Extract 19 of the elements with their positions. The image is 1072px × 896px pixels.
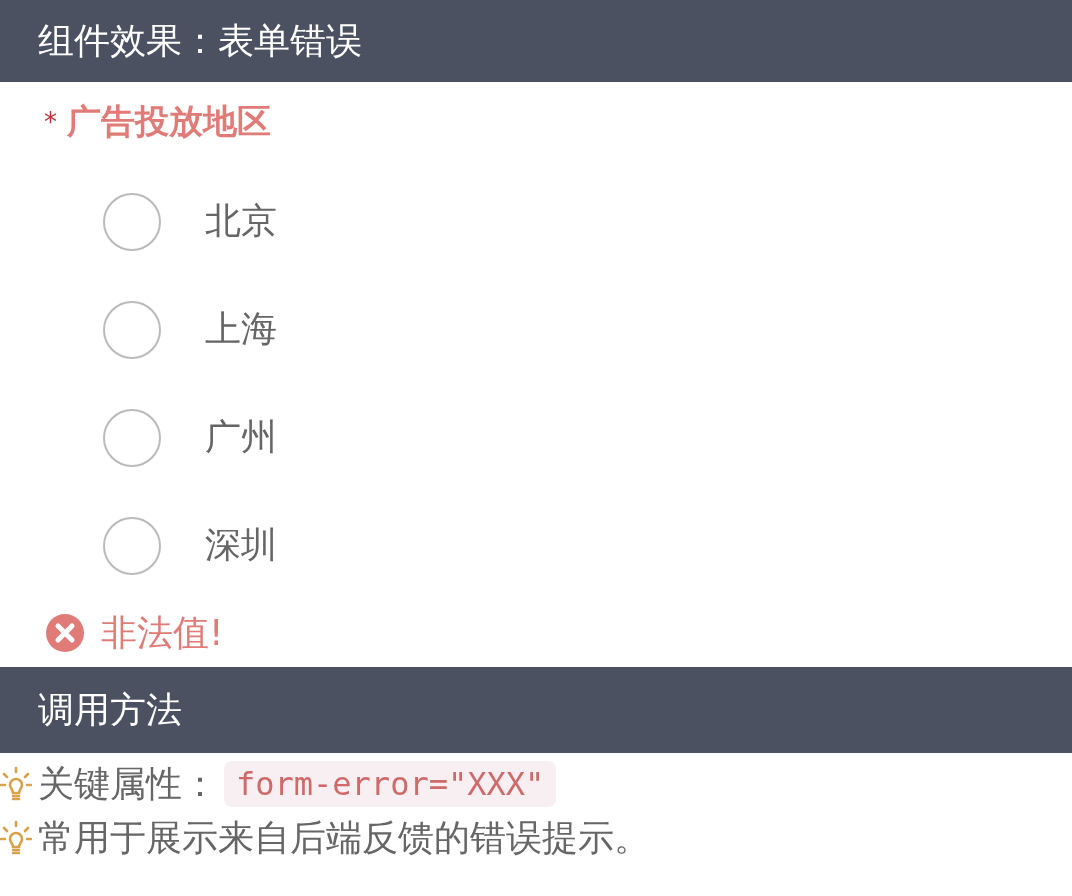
error-message: 非法值! (101, 610, 224, 655)
tip-text: 关键属性： (38, 761, 218, 806)
option-label: 上海 (205, 307, 277, 351)
lightbulb-icon (0, 766, 32, 802)
section-header: 调用方法 (0, 667, 1072, 753)
radio-button[interactable] (103, 516, 161, 575)
option-label: 北京 (205, 199, 277, 243)
code-snippet: form-error="XXX" (224, 761, 557, 807)
error-icon (45, 613, 85, 653)
option-label: 深圳 (205, 523, 277, 567)
required-mark: * (44, 107, 57, 137)
radio-button[interactable] (103, 192, 161, 251)
section-header: 组件效果：表单错误 (0, 0, 1072, 82)
field-label: 广告投放地区 (67, 100, 271, 143)
lightbulb-icon (0, 820, 32, 856)
option-label: 广州 (205, 415, 277, 459)
radio-button[interactable] (103, 408, 161, 467)
tip-text: 常用于展示来自后端反馈的错误提示。 (38, 815, 650, 860)
radio-button[interactable] (103, 300, 161, 359)
